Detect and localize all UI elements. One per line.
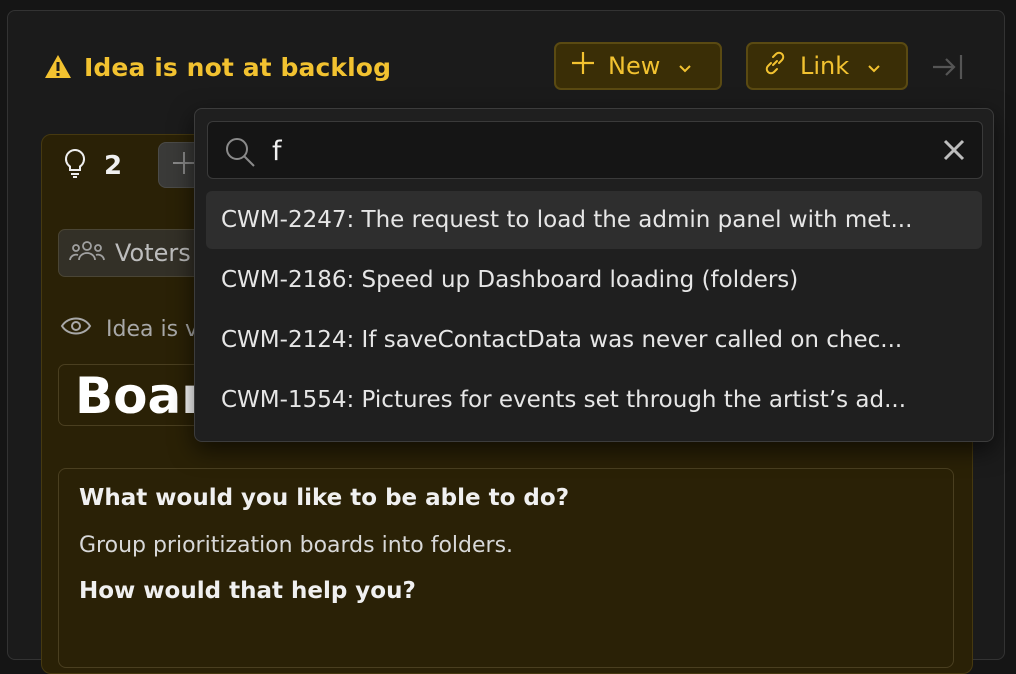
visibility-status: Idea is v [60, 311, 198, 347]
result-text: CWM-2247: The request to load the admin … [221, 207, 913, 233]
plus-icon [570, 50, 596, 82]
chevron-down-icon [678, 52, 692, 80]
search-input[interactable] [270, 131, 934, 171]
eye-icon [60, 315, 92, 343]
new-button[interactable]: New [554, 42, 722, 90]
result-text: CWM-2124: If saveContactData was never c… [221, 327, 903, 353]
chevron-down-icon [867, 52, 881, 80]
voters-label: Voters [115, 239, 191, 267]
vote-count-row: 2 [62, 148, 122, 184]
search-results-list: CWM-2247: The request to load the admin … [206, 191, 982, 431]
collapse-right-icon[interactable] [930, 52, 964, 86]
answer-1: Group prioritization boards into folders… [79, 533, 514, 558]
question-1: What would you like to be able to do? [79, 485, 570, 511]
visibility-text: Idea is v [106, 316, 199, 342]
link-search-dropdown: CWM-2247: The request to load the admin … [194, 108, 994, 442]
warning-icon [44, 54, 72, 80]
vote-count: 2 [104, 151, 123, 181]
result-text: CWM-2186: Speed up Dashboard loading (fo… [221, 267, 799, 293]
new-button-label: New [608, 52, 661, 80]
backlog-warning: Idea is not at backlog [44, 50, 391, 84]
result-text: CWM-1554: Pictures for events set throug… [221, 387, 907, 413]
search-icon [224, 136, 256, 172]
link-icon [762, 50, 788, 82]
warning-text: Idea is not at backlog [84, 52, 392, 82]
list-item[interactable]: CWM-2124: If saveContactData was never c… [206, 311, 982, 369]
users-icon [69, 238, 105, 268]
list-item[interactable]: CWM-1554: Pictures for events set throug… [206, 371, 982, 429]
search-box [207, 121, 983, 179]
list-item[interactable]: CWM-2247: The request to load the admin … [206, 191, 982, 249]
question-2: How would that help you? [79, 578, 416, 604]
link-button-label: Link [800, 52, 850, 80]
lightbulb-icon [62, 147, 88, 186]
close-icon[interactable] [942, 138, 966, 166]
list-item[interactable]: CWM-2186: Speed up Dashboard loading (fo… [206, 251, 982, 309]
link-button[interactable]: Link [746, 42, 908, 90]
idea-description[interactable]: What would you like to be able to do? Gr… [58, 468, 954, 668]
